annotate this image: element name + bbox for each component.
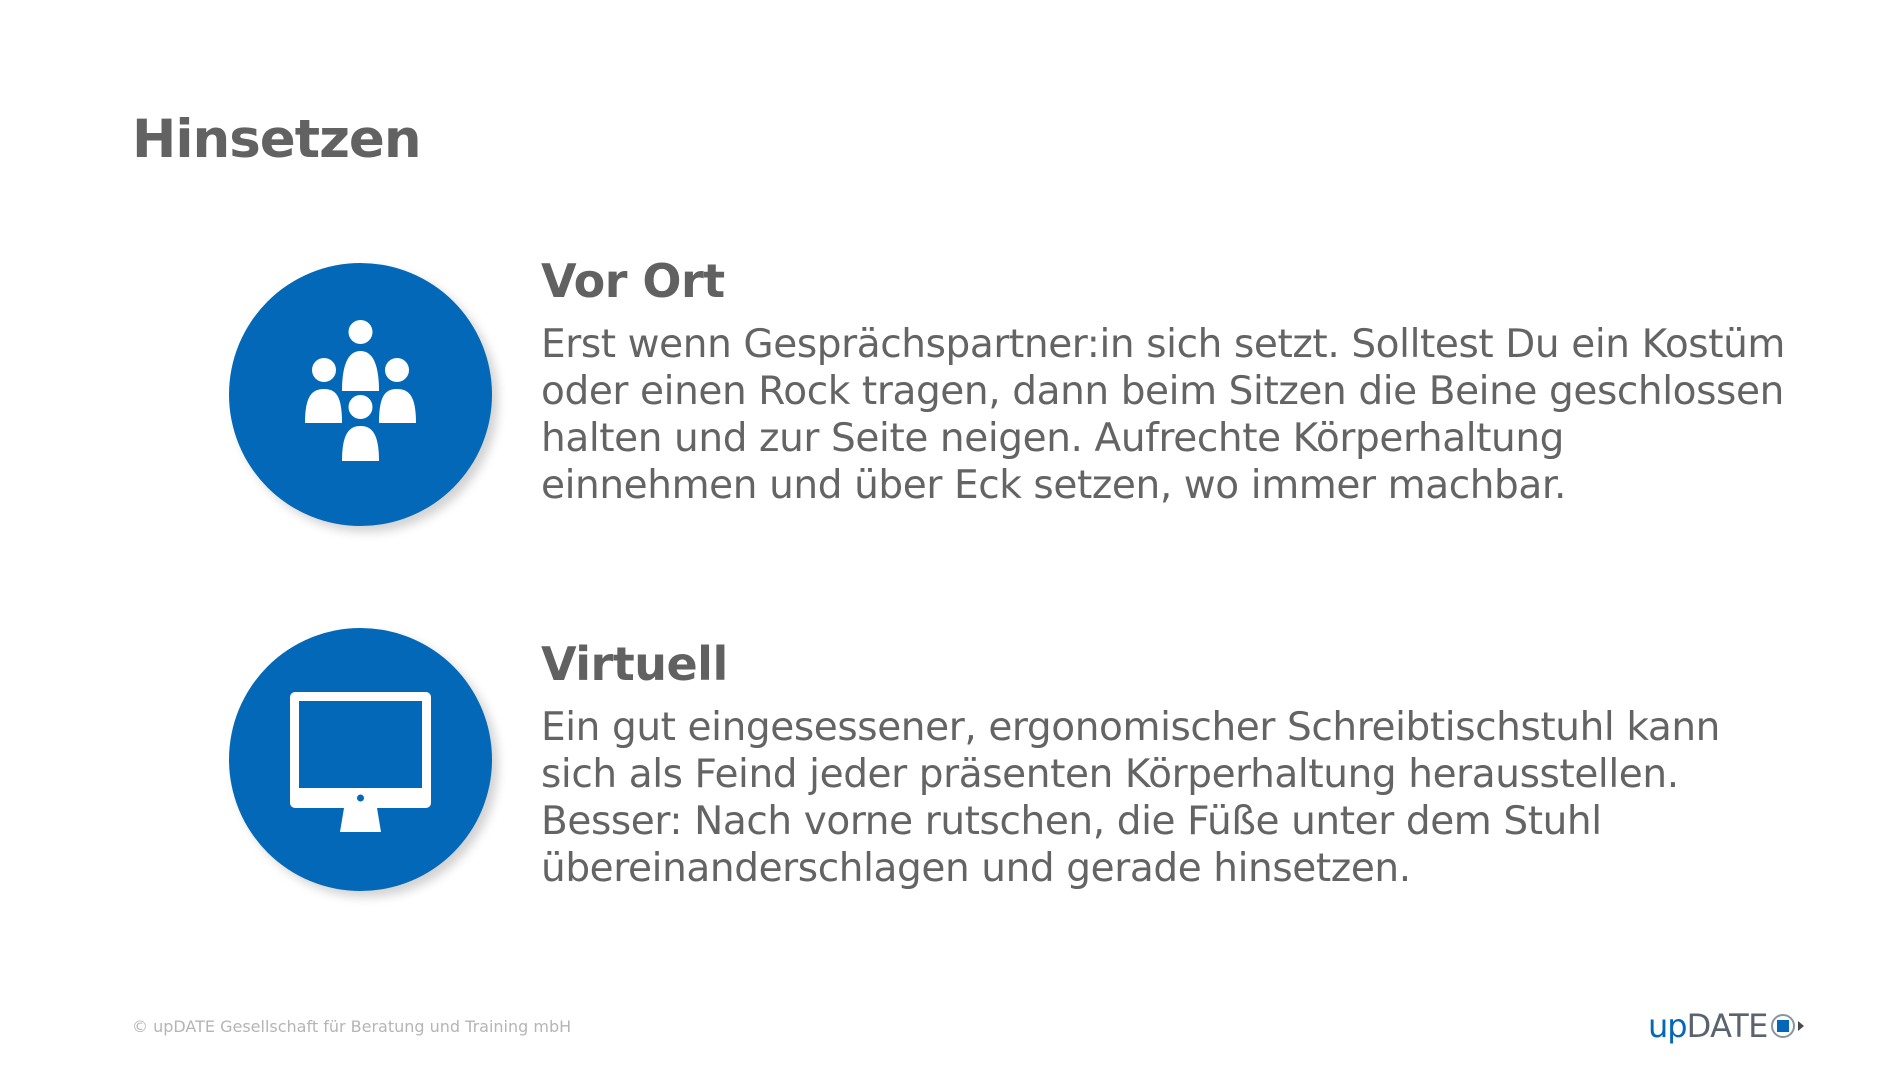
logo-up-text: up [1648, 1007, 1688, 1045]
section-body-vor-ort: Erst wenn Gesprächspartner:in sich setzt… [541, 322, 1785, 509]
page-title: Hinsetzen [132, 109, 422, 170]
logo-date-text: DATE [1686, 1007, 1769, 1045]
section-body-virtuell: Ein gut eingesessener, ergonomischer Sch… [541, 705, 1721, 892]
section-vor-ort: Vor Ort Erst wenn Gesprächspartner:in si… [541, 254, 1791, 509]
footer-copyright: © upDATE Gesellschaft für Beratung und T… [132, 1017, 572, 1036]
brand-logo: up DATE [1648, 1006, 1805, 1046]
logo-mark-icon [1770, 1014, 1805, 1038]
desktop-monitor-icon [229, 628, 492, 891]
section-heading-vor-ort: Vor Ort [541, 254, 725, 308]
section-virtuell: Virtuell Ein gut eingesessener, ergonomi… [541, 637, 1791, 892]
group-of-people-icon [229, 263, 492, 526]
section-heading-virtuell: Virtuell [541, 637, 728, 691]
